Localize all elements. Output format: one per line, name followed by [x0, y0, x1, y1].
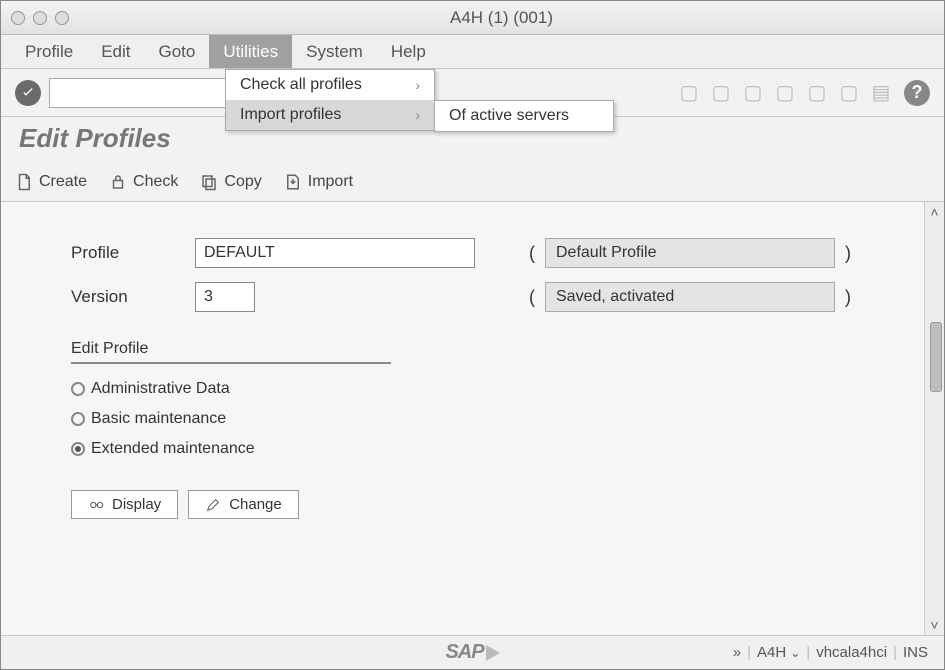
check-button[interactable]: Check — [109, 173, 178, 191]
menu-edit[interactable]: Edit — [87, 35, 144, 68]
menu-item-label: Import profiles — [240, 106, 341, 124]
menu-help[interactable]: Help — [377, 35, 440, 68]
edit-profile-group: Edit Profile Administrative Data Basic m… — [71, 340, 391, 519]
paren-close: ) — [839, 287, 857, 308]
group-title: Edit Profile — [71, 340, 391, 364]
menu-item-label: Check all profiles — [240, 76, 362, 94]
version-input[interactable] — [195, 282, 255, 312]
sap-logo: SAP — [445, 641, 499, 664]
menu-profile[interactable]: Profile — [11, 35, 87, 68]
scroll-down-icon[interactable]: ˅ — [925, 617, 944, 633]
menu-system[interactable]: System — [292, 35, 377, 68]
submenu-arrow-icon: › — [415, 77, 420, 93]
toolbar-icon[interactable]: ▤ — [868, 80, 894, 106]
toolbar-icon[interactable]: ▢ — [676, 80, 702, 106]
copy-icon — [200, 173, 218, 191]
titlebar: A4H (1) (001) — [1, 1, 944, 35]
menu-check-all-profiles[interactable]: Check all profiles › — [226, 70, 434, 100]
radio-admin-data[interactable]: Administrative Data — [71, 374, 391, 404]
content-area: Profile ( Default Profile ) Version ( Sa… — [1, 202, 944, 635]
submenu-of-active-servers[interactable]: Of active servers — [435, 101, 613, 131]
radio-label: Basic maintenance — [91, 410, 226, 428]
display-button[interactable]: Display — [71, 490, 178, 519]
toolbar-icon[interactable]: ▢ — [804, 80, 830, 106]
action-buttons: Display Change — [71, 490, 391, 519]
paren-open: ( — [523, 243, 541, 264]
zoom-window-button[interactable] — [55, 11, 69, 25]
menu-utilities[interactable]: Utilities — [209, 35, 292, 68]
button-label: Check — [133, 173, 178, 191]
radio-icon — [71, 382, 85, 396]
window-title: A4H (1) (001) — [69, 8, 934, 28]
toolbar-icons-faded: ▢ ▢ ▢ ▢ ▢ ▢ ▤ — [676, 80, 894, 106]
status-chevrons: » — [733, 644, 741, 661]
toolbar-icon[interactable]: ▢ — [740, 80, 766, 106]
glasses-icon — [88, 497, 104, 513]
change-button[interactable]: Change — [188, 490, 299, 519]
menu-import-profiles[interactable]: Import profiles › — [226, 100, 434, 130]
radio-basic-maintenance[interactable]: Basic maintenance — [71, 404, 391, 434]
copy-button[interactable]: Copy — [200, 173, 261, 191]
enter-icon[interactable] — [15, 80, 41, 106]
menu-goto[interactable]: Goto — [144, 35, 209, 68]
profile-input[interactable] — [195, 238, 475, 268]
profile-label: Profile — [71, 243, 191, 263]
radio-icon — [71, 412, 85, 426]
vertical-scrollbar[interactable]: ˄ ˅ — [924, 202, 944, 635]
separator: | — [893, 644, 897, 661]
minimize-window-button[interactable] — [33, 11, 47, 25]
paren-close: ) — [839, 243, 857, 264]
button-label: Display — [112, 496, 161, 513]
import-profiles-submenu: Of active servers — [434, 100, 614, 132]
window-controls — [11, 11, 69, 25]
toolbar-icon[interactable]: ▢ — [772, 80, 798, 106]
button-label: Change — [229, 496, 282, 513]
radio-label: Administrative Data — [91, 380, 230, 398]
version-label: Version — [71, 287, 191, 307]
utilities-dropdown: Check all profiles › Import profiles › O… — [225, 69, 435, 131]
create-button[interactable]: Create — [15, 173, 87, 191]
close-window-button[interactable] — [11, 11, 25, 25]
import-icon — [284, 173, 302, 191]
separator: | — [806, 644, 810, 661]
scroll-up-icon[interactable]: ˄ — [925, 204, 944, 220]
profile-row: Profile ( Default Profile ) — [71, 238, 924, 268]
chevron-down-icon: ⌄ — [790, 646, 800, 660]
profile-desc-field: Default Profile — [545, 238, 835, 268]
version-desc-field: Saved, activated — [545, 282, 835, 312]
button-label: Create — [39, 173, 87, 191]
paren-open: ( — [523, 287, 541, 308]
document-icon — [15, 173, 33, 191]
pencil-icon — [205, 497, 221, 513]
import-button[interactable]: Import — [284, 173, 353, 191]
button-label: Copy — [224, 173, 261, 191]
host-name: vhcala4hci — [816, 644, 887, 661]
version-row: Version ( Saved, activated ) — [71, 282, 924, 312]
check-lock-icon — [109, 173, 127, 191]
radio-extended-maintenance[interactable]: Extended maintenance — [71, 434, 391, 464]
submenu-arrow-icon: › — [415, 107, 420, 123]
radio-label: Extended maintenance — [91, 440, 255, 458]
menubar: Profile Edit Goto Utilities System Help … — [1, 35, 944, 69]
statusbar: SAP » | A4H ⌄ | vhcala4hci | INS — [1, 635, 944, 669]
toolbar-icon[interactable]: ▢ — [708, 80, 734, 106]
system-dropdown[interactable]: A4H ⌄ — [757, 644, 800, 661]
help-icon[interactable]: ? — [904, 80, 930, 106]
sap-window: A4H (1) (001) Profile Edit Goto Utilitie… — [0, 0, 945, 670]
insert-mode: INS — [903, 644, 928, 661]
application-toolbar: Create Check Copy Import — [1, 162, 944, 202]
separator: | — [747, 644, 751, 661]
radio-icon-selected — [71, 442, 85, 456]
system-id: A4H — [757, 644, 786, 661]
button-label: Import — [308, 173, 353, 191]
toolbar-icon[interactable]: ▢ — [836, 80, 862, 106]
scroll-thumb[interactable] — [930, 322, 942, 392]
